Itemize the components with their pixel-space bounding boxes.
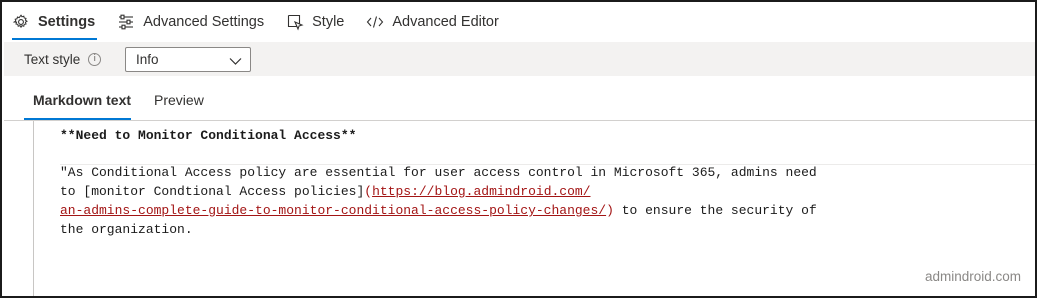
tab-markdown-text-label: Markdown text [33,92,132,108]
text-style-label: Text style [24,51,81,67]
link-paren-open: ( [364,184,373,199]
editor-line-1: **Need to Monitor Conditional Access** [60,128,357,143]
info-icon[interactable]: i [88,52,102,66]
tab-preview[interactable]: Preview [143,80,216,120]
link-paren-close: ) [606,203,614,218]
code-icon [366,13,384,31]
editor-line-5: the organization. [60,222,193,237]
editor-line-2: "As Conditional Access policy are essent… [60,165,817,180]
tab-advanced-settings[interactable]: Advanced Settings [107,2,276,42]
text-style-bar: Text style i Info [4,42,1035,76]
sliders-icon [117,13,135,31]
link-url-part-2[interactable]: an-admins-complete-guide-to-monitor-cond… [60,203,606,218]
web-part-properties-panel: Settings Advanced Settings Style Advance… [0,0,1037,298]
text-style-dropdown[interactable]: Info [125,47,251,72]
link-url-part-1[interactable]: https://blog.admindroid.com/ [372,184,590,199]
tab-style[interactable]: Style [276,2,356,42]
link-text: to [monitor Condtional Access policies] [60,184,365,199]
editor-line-3: to [monitor Condtional Access policies](… [60,183,591,201]
editor-line-4: an-admins-complete-guide-to-monitor-cond… [60,202,817,220]
watermark: admindroid.com [924,269,1021,284]
tab-advanced-editor-label: Advanced Editor [392,14,499,30]
tab-markdown-text[interactable]: Markdown text [4,80,143,120]
tab-advanced-settings-label: Advanced Settings [143,14,265,30]
tab-preview-label: Preview [154,92,204,108]
chevron-down-icon [229,54,242,69]
tab-settings[interactable]: Settings [2,2,107,42]
tab-advanced-editor[interactable]: Advanced Editor [356,2,510,42]
gear-icon [12,13,30,31]
text-style-selected-value: Info [136,52,159,67]
editor-tab-bar: Markdown text Preview [4,80,216,120]
style-icon [286,13,304,31]
markdown-editor[interactable]: **Need to Monitor Conditional Access** "… [33,121,1035,296]
tab-settings-label: Settings [38,14,96,30]
editor-line-4-text: to ensure the security of [613,203,817,218]
tab-style-label: Style [312,14,345,30]
top-tab-bar: Settings Advanced Settings Style Advance… [2,2,1035,42]
